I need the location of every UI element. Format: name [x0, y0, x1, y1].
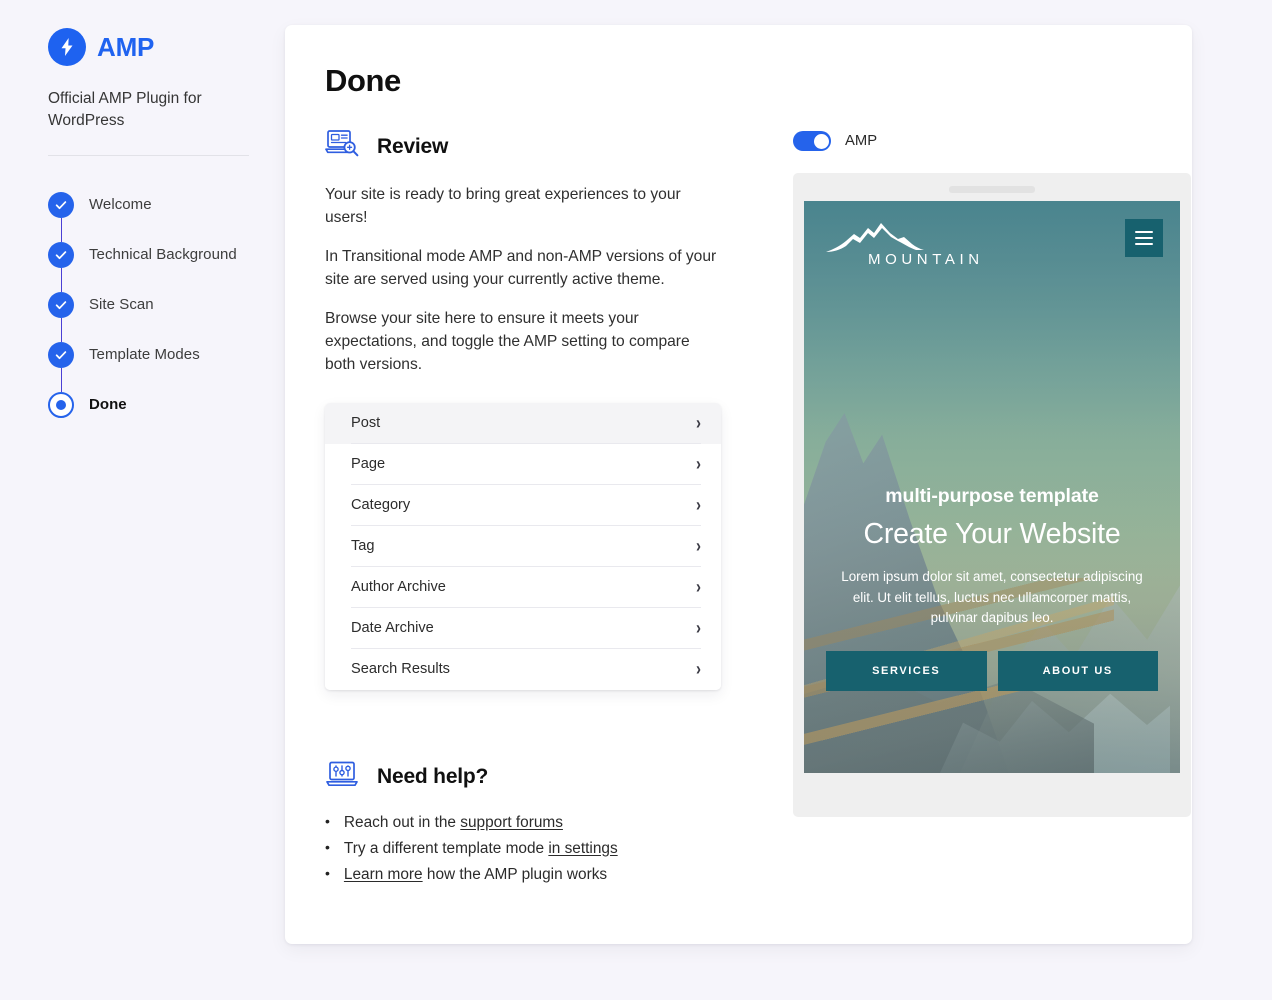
review-paragraph-3: Browse your site here to ensure it meets… [325, 310, 690, 374]
in-settings-link[interactable]: in settings [548, 840, 617, 857]
check-icon [48, 191, 74, 218]
help-text: Try a different template mode in setting… [344, 840, 618, 858]
list-item-label: Date Archive [351, 620, 434, 637]
current-step-icon [48, 391, 74, 418]
list-item[interactable]: Date Archive › [325, 607, 721, 649]
help-text: Reach out in the support forums [344, 814, 563, 832]
hero-title: Create Your Website [863, 518, 1121, 551]
list-item-label: Category [351, 497, 411, 514]
list-item: • Learn more how the AMP plugin works [325, 866, 723, 884]
site-content: MOUNTAIN multi-purpose template Create Y… [804, 201, 1180, 773]
help-list: • Reach out in the support forums • Try … [325, 814, 723, 884]
need-help-header: Need help? [325, 760, 723, 795]
sidebar-item-done[interactable]: Done [48, 380, 249, 430]
laptop-search-icon [325, 129, 359, 164]
brand-tagline: Official AMP Plugin for WordPress [48, 90, 202, 130]
list-item[interactable]: Page › [325, 443, 721, 485]
list-item[interactable]: Author Archive › [325, 566, 721, 608]
amp-toggle-switch[interactable] [793, 131, 831, 151]
bullet-icon: • [325, 812, 330, 829]
check-icon [48, 241, 74, 268]
chevron-right-icon: › [696, 617, 701, 639]
sidebar: AMP Official AMP Plugin for WordPress We… [0, 0, 285, 1000]
help-text: Learn more how the AMP plugin works [344, 866, 607, 884]
hero-eyebrow: multi-purpose template [885, 485, 1099, 508]
site-header: MOUNTAIN [804, 201, 1180, 268]
wizard-stepper: Welcome Technical Background Site Scan T… [48, 180, 249, 430]
step-label: Site Scan [89, 296, 154, 314]
bullet-icon: • [325, 838, 330, 855]
brand: AMP [48, 28, 249, 66]
list-item[interactable]: Post › [325, 402, 721, 444]
list-item-label: Post [351, 415, 381, 432]
chevron-right-icon: › [696, 576, 701, 598]
chevron-right-icon: › [696, 658, 701, 680]
brand-name: AMP [97, 31, 155, 62]
sidebar-item-welcome[interactable]: Welcome [48, 180, 249, 242]
toggle-knob [813, 133, 829, 149]
site-hero: multi-purpose template Create Your Websi… [804, 485, 1180, 773]
site-preview-screen[interactable]: MOUNTAIN multi-purpose template Create Y… [804, 201, 1180, 773]
list-item-label: Search Results [351, 661, 450, 678]
list-item: • Try a different template mode in setti… [325, 840, 723, 858]
about-us-button[interactable]: ABOUT US [997, 651, 1158, 691]
review-paragraph-1: Your site is ready to bring great experi… [325, 186, 681, 227]
device-speaker [949, 186, 1035, 193]
review-column: Review Your site is ready to bring great… [325, 129, 723, 892]
main-card: Done Review Your site is ready to bring … [285, 25, 1192, 944]
help-suffix: how the AMP plugin works [422, 865, 608, 883]
step-label: Welcome [89, 196, 152, 214]
review-title: Review [377, 134, 449, 158]
list-item[interactable]: Tag › [325, 525, 721, 567]
list-item-label: Page [351, 456, 386, 473]
review-paragraph-2: In Transitional mode AMP and non-AMP ver… [325, 248, 717, 289]
step-label: Technical Background [89, 246, 237, 264]
burger-bar [1135, 230, 1153, 233]
amp-toggle-row: AMP [793, 131, 1191, 151]
need-help-title: Need help? [377, 765, 489, 789]
sidebar-divider [48, 154, 249, 156]
sidebar-item-technical-background[interactable]: Technical Background [48, 230, 249, 292]
burger-bar [1135, 236, 1153, 240]
check-icon [48, 291, 74, 318]
chevron-right-icon: › [696, 412, 701, 434]
hero-subtitle: Lorem ipsum dolor sit amet, consectetur … [841, 569, 1143, 626]
sidebar-item-template-modes[interactable]: Template Modes [48, 330, 249, 392]
device-preview-frame: MOUNTAIN multi-purpose template Create Y… [793, 173, 1191, 817]
bullet-icon: • [325, 864, 330, 881]
amp-toggle-label: AMP [845, 133, 878, 149]
sidebar-item-site-scan[interactable]: Site Scan [48, 280, 249, 342]
support-forums-link[interactable]: support forums [460, 814, 563, 831]
help-prefix: Reach out in the [343, 813, 461, 831]
check-icon [48, 341, 74, 368]
list-item[interactable]: Category › [325, 484, 721, 526]
hamburger-menu-icon[interactable] [1125, 219, 1163, 257]
burger-bar [1135, 243, 1153, 246]
preview-links-panel: Post › Page › Category › Tag › Author Ar… [325, 402, 721, 690]
preview-column: AMP MOUNTAIN multi-purpose template Crea… [723, 129, 1191, 892]
lightning-bolt-icon [48, 28, 86, 66]
review-header: Review [325, 129, 723, 164]
amp-onboarding-wizard: AMP Official AMP Plugin for WordPress We… [0, 0, 1272, 1000]
need-help-section: Need help? • Reach out in the support fo… [325, 760, 723, 884]
step-label: Template Modes [89, 346, 200, 364]
list-item-label: Author Archive [351, 579, 446, 596]
chevron-right-icon: › [696, 453, 701, 475]
list-item[interactable]: Search Results › [325, 648, 721, 690]
chevron-right-icon: › [696, 494, 701, 516]
list-item-label: Tag [351, 538, 375, 555]
laptop-settings-icon [325, 760, 359, 795]
step-label: Done [89, 396, 127, 414]
chevron-right-icon: › [696, 535, 701, 557]
learn-more-link[interactable]: Learn more [344, 866, 423, 883]
list-item: • Reach out in the support forums [325, 814, 723, 832]
hero-buttons: SERVICES ABOUT US [826, 651, 1158, 691]
services-button[interactable]: SERVICES [826, 651, 987, 691]
site-logo-text: MOUNTAIN [868, 251, 984, 268]
page-title: Done [325, 63, 401, 98]
site-logo[interactable]: MOUNTAIN [824, 219, 984, 268]
help-prefix: Try a different template mode [343, 839, 549, 857]
card-columns: Review Your site is ready to bring great… [325, 129, 1191, 892]
